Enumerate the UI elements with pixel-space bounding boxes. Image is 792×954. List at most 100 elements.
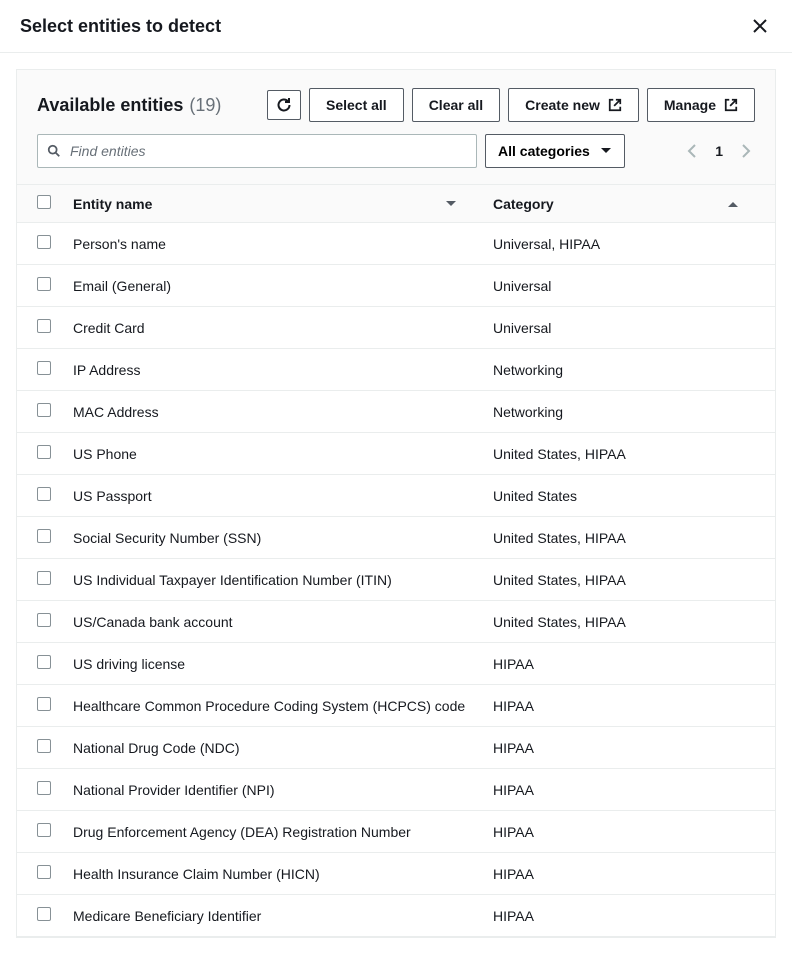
row-checkbox-cell [17, 853, 73, 895]
pager-next-button[interactable] [737, 140, 755, 162]
external-link-icon [724, 98, 738, 112]
table-row: National Provider Identifier (NPI)HIPAA [17, 769, 775, 811]
manage-button[interactable]: Manage [647, 88, 755, 122]
row-entity-name: Medicare Beneficiary Identifier [73, 895, 493, 937]
row-checkbox-cell [17, 601, 73, 643]
row-checkbox[interactable] [37, 235, 51, 249]
entity-name-label: Entity name [73, 196, 152, 212]
row-entity-name: US/Canada bank account [73, 601, 493, 643]
entities-panel: Available entities (19) Select all Clear… [16, 69, 776, 938]
close-icon [752, 18, 768, 34]
refresh-icon [276, 97, 292, 113]
table-row: MAC AddressNetworking [17, 391, 775, 433]
row-category: HIPAA [493, 727, 775, 769]
table-row: US/Canada bank accountUnited States, HIP… [17, 601, 775, 643]
row-entity-name: National Drug Code (NDC) [73, 727, 493, 769]
col-checkbox-header [17, 185, 73, 223]
row-checkbox[interactable] [37, 823, 51, 837]
row-checkbox[interactable] [37, 445, 51, 459]
row-checkbox[interactable] [37, 319, 51, 333]
row-checkbox[interactable] [37, 529, 51, 543]
row-checkbox-cell [17, 769, 73, 811]
panel-header: Available entities (19) Select all Clear… [17, 70, 775, 134]
row-category: HIPAA [493, 643, 775, 685]
row-entity-name: US Phone [73, 433, 493, 475]
table-row: Healthcare Common Procedure Coding Syste… [17, 685, 775, 727]
row-category: HIPAA [493, 853, 775, 895]
row-checkbox-cell [17, 895, 73, 937]
panel-title: Available entities [37, 95, 183, 116]
row-checkbox-cell [17, 685, 73, 727]
col-entity-name-header[interactable]: Entity name [73, 185, 493, 223]
table-row: Email (General)Universal [17, 265, 775, 307]
row-checkbox-cell [17, 223, 73, 265]
row-category: United States, HIPAA [493, 559, 775, 601]
table-row: Credit CardUniversal [17, 307, 775, 349]
row-checkbox[interactable] [37, 403, 51, 417]
row-checkbox-cell [17, 643, 73, 685]
create-new-button[interactable]: Create new [508, 88, 639, 122]
table-row: IP AddressNetworking [17, 349, 775, 391]
row-checkbox[interactable] [37, 613, 51, 627]
search-input[interactable] [37, 134, 477, 168]
modal-title: Select entities to detect [20, 16, 221, 37]
row-checkbox[interactable] [37, 571, 51, 585]
row-checkbox[interactable] [37, 781, 51, 795]
sort-descending-icon [445, 200, 457, 208]
col-category-header[interactable]: Category [493, 185, 775, 223]
row-checkbox-cell [17, 559, 73, 601]
table-row: Drug Enforcement Agency (DEA) Registrati… [17, 811, 775, 853]
row-checkbox[interactable] [37, 865, 51, 879]
row-category: United States [493, 475, 775, 517]
table-row: US PhoneUnited States, HIPAA [17, 433, 775, 475]
select-all-button[interactable]: Select all [309, 88, 404, 122]
table-row: US PassportUnited States [17, 475, 775, 517]
row-checkbox[interactable] [37, 697, 51, 711]
row-checkbox[interactable] [37, 907, 51, 921]
row-category: United States, HIPAA [493, 517, 775, 559]
row-entity-name: Email (General) [73, 265, 493, 307]
create-new-label: Create new [525, 95, 600, 115]
row-category: HIPAA [493, 895, 775, 937]
row-checkbox-cell [17, 517, 73, 559]
filter-row: All categories 1 [17, 134, 775, 184]
manage-label: Manage [664, 95, 716, 115]
row-checkbox-cell [17, 433, 73, 475]
row-checkbox-cell [17, 727, 73, 769]
external-link-icon [608, 98, 622, 112]
row-category: Universal [493, 265, 775, 307]
row-category: HIPAA [493, 685, 775, 727]
panel-title-wrap: Available entities (19) [37, 95, 221, 116]
clear-all-button[interactable]: Clear all [412, 88, 500, 122]
row-checkbox-cell [17, 811, 73, 853]
table-row: Social Security Number (SSN)United State… [17, 517, 775, 559]
row-checkbox-cell [17, 307, 73, 349]
row-entity-name: US Individual Taxpayer Identification Nu… [73, 559, 493, 601]
row-checkbox-cell [17, 475, 73, 517]
categories-dropdown[interactable]: All categories [485, 134, 625, 168]
row-category: Universal, HIPAA [493, 223, 775, 265]
categories-label: All categories [498, 141, 590, 161]
category-label: Category [493, 196, 554, 212]
row-checkbox[interactable] [37, 487, 51, 501]
row-category: HIPAA [493, 769, 775, 811]
refresh-button[interactable] [267, 90, 301, 120]
row-entity-name: IP Address [73, 349, 493, 391]
row-category: Networking [493, 349, 775, 391]
row-checkbox[interactable] [37, 277, 51, 291]
pager-page: 1 [715, 143, 723, 159]
panel-count: (19) [189, 95, 221, 116]
row-entity-name: Health Insurance Claim Number (HICN) [73, 853, 493, 895]
table-row: US Individual Taxpayer Identification Nu… [17, 559, 775, 601]
sort-ascending-icon [727, 200, 739, 208]
row-checkbox[interactable] [37, 361, 51, 375]
row-checkbox[interactable] [37, 739, 51, 753]
search-icon [47, 144, 61, 158]
pager-prev-button[interactable] [683, 140, 701, 162]
row-entity-name: US driving license [73, 643, 493, 685]
row-checkbox[interactable] [37, 655, 51, 669]
select-all-checkbox[interactable] [37, 195, 51, 209]
close-button[interactable] [748, 14, 772, 38]
table-row: Person's nameUniversal, HIPAA [17, 223, 775, 265]
pager: 1 [683, 140, 755, 162]
